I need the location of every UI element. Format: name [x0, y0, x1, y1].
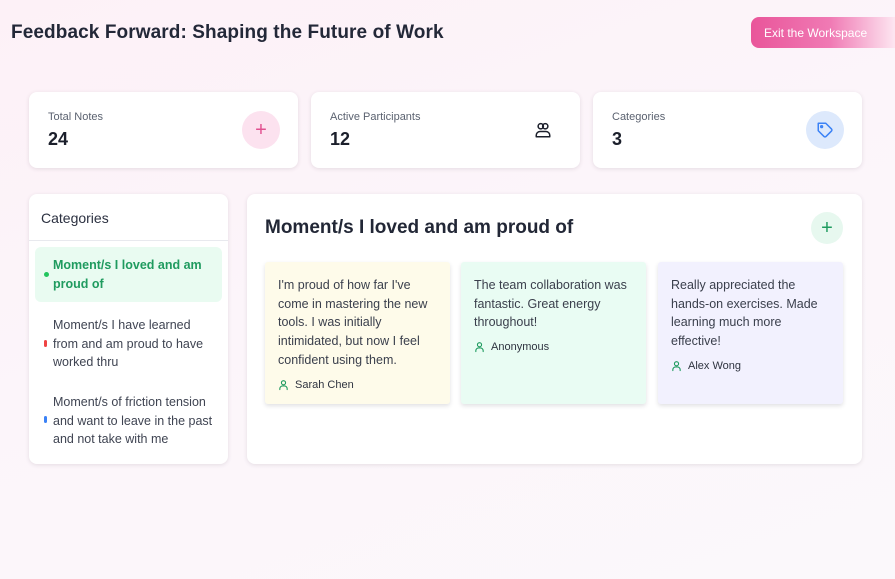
person-icon — [474, 341, 485, 353]
note-author: Sarah Chen — [278, 379, 437, 391]
person-icon — [278, 379, 289, 391]
stat-value: 24 — [48, 129, 69, 149]
tag-icon — [806, 111, 844, 149]
stat-card-active-participants: Active Participants 12 — [311, 92, 580, 168]
stat-label: Categories — [612, 111, 666, 123]
author-name: Sarah Chen — [295, 378, 354, 391]
stat-label: Active Participants — [330, 111, 421, 123]
category-bar-marker — [44, 340, 47, 347]
category-label: Moment/s I have learned from and am prou… — [53, 318, 204, 369]
author-name: Anonymous — [491, 341, 550, 354]
category-dot-marker — [44, 272, 49, 277]
stat-card-categories: Categories 3 — [593, 92, 862, 168]
category-item-loved[interactable]: Moment/s I loved and am proud of — [35, 247, 222, 302]
person-icon — [671, 360, 682, 372]
stat-label: Total Notes — [48, 111, 104, 123]
category-item-friction[interactable]: Moment/s of friction tension and want to… — [35, 393, 222, 449]
exit-workspace-button[interactable]: Exit the Workspace — [751, 17, 895, 48]
note-text: Really appreciated the hands-on exercise… — [671, 278, 818, 349]
note-text: I'm proud of how far I've come in master… — [278, 278, 428, 367]
author-name: Alex Wong — [688, 359, 741, 372]
note-card[interactable]: I'm proud of how far I've come in master… — [265, 262, 450, 404]
note-author: Anonymous — [474, 341, 633, 353]
page-title: Feedback Forward: Shaping the Future of … — [11, 22, 444, 43]
categories-title: Categories — [41, 210, 109, 226]
note-text: The team collaboration was fantastic. Gr… — [474, 278, 627, 330]
note-card[interactable]: Really appreciated the hands-on exercise… — [658, 262, 843, 404]
categories-panel: Categories Moment/s I loved and am proud… — [29, 194, 228, 464]
category-item-learned[interactable]: Moment/s I have learned from and am prou… — [35, 316, 222, 372]
section-title: Moment/s I loved and am proud of — [265, 217, 574, 238]
note-card[interactable]: The team collaboration was fantastic. Gr… — [461, 262, 646, 404]
stat-card-total-notes: Total Notes 24 + — [29, 92, 298, 168]
category-label: Moment/s I loved and am proud of — [53, 258, 202, 291]
stat-value: 3 — [612, 129, 623, 149]
users-icon — [524, 111, 562, 149]
add-note-button[interactable]: + — [811, 212, 843, 244]
notes-panel: Moment/s I loved and am proud of + I'm p… — [247, 194, 862, 464]
category-bar-marker — [44, 416, 47, 423]
note-author: Alex Wong — [671, 360, 830, 372]
stat-value: 12 — [330, 129, 351, 149]
divider — [29, 240, 228, 241]
category-label: Moment/s of friction tension and want to… — [53, 395, 213, 446]
plus-icon: + — [242, 111, 280, 149]
